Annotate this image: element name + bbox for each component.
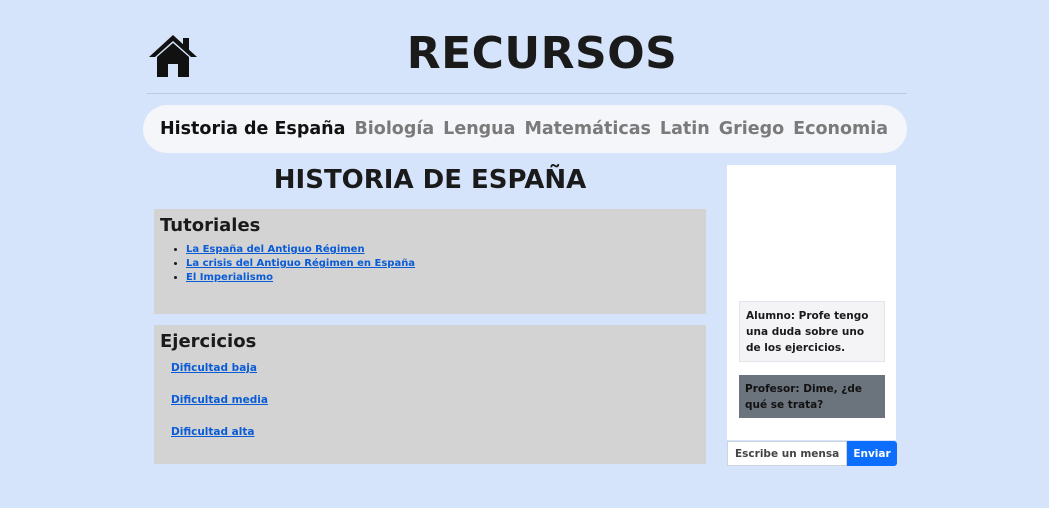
site-title: RECURSOS: [406, 28, 678, 79]
nav-item-griego[interactable]: Griego: [719, 119, 784, 139]
nav-item-matematicas[interactable]: Matemáticas: [524, 119, 650, 139]
page-title: HISTORIA DE ESPAÑA: [273, 165, 587, 195]
tutorial-link[interactable]: El Imperialismo: [186, 272, 273, 283]
tutorial-link[interactable]: La España del Antiguo Régimen: [186, 244, 365, 255]
exercise-link-alta[interactable]: Dificultad alta: [171, 426, 254, 438]
exercise-link-baja[interactable]: Dificultad baja: [171, 362, 257, 374]
ejercicios-card: Ejercicios Dificultad baja Dificultad me…: [154, 325, 706, 464]
ejercicios-list: Dificultad baja Dificultad media Dificul…: [171, 362, 700, 438]
list-item: El Imperialismo: [186, 272, 700, 283]
list-item: La crisis del Antiguo Régimen en España: [186, 258, 700, 269]
nav-item-economia[interactable]: Economia: [793, 119, 888, 139]
nav-item-historia[interactable]: Historia de España: [160, 119, 345, 139]
nav-item-latin[interactable]: Latin: [660, 119, 710, 139]
chat-message-input[interactable]: [727, 441, 847, 466]
subject-navbar: Historia de España Biología Lengua Matem…: [143, 105, 907, 153]
chat-message-profesor: Profesor: Dime, ¿de qué se trata?: [739, 375, 885, 418]
tutoriales-heading: Tutoriales: [160, 215, 261, 236]
nav-item-lengua[interactable]: Lengua: [443, 119, 515, 139]
chat-message-alumno: Alumno: Profe tengo una duda sobre uno d…: [739, 301, 885, 362]
exercise-link-media[interactable]: Dificultad media: [171, 394, 268, 406]
list-item: La España del Antiguo Régimen: [186, 244, 700, 255]
tutorial-link[interactable]: La crisis del Antiguo Régimen en España: [186, 258, 415, 269]
header: RECURSOS: [147, 28, 907, 92]
chat-panel: Alumno: Profe tengo una duda sobre uno d…: [727, 165, 896, 440]
ejercicios-heading: Ejercicios: [160, 331, 257, 352]
nav-item-biologia[interactable]: Biología: [354, 119, 434, 139]
send-button[interactable]: Enviar: [847, 441, 897, 466]
tutoriales-list: La España del Antiguo Régimen La crisis …: [160, 244, 700, 283]
tutoriales-card: Tutoriales La España del Antiguo Régimen…: [154, 209, 706, 314]
header-divider: [147, 93, 907, 94]
